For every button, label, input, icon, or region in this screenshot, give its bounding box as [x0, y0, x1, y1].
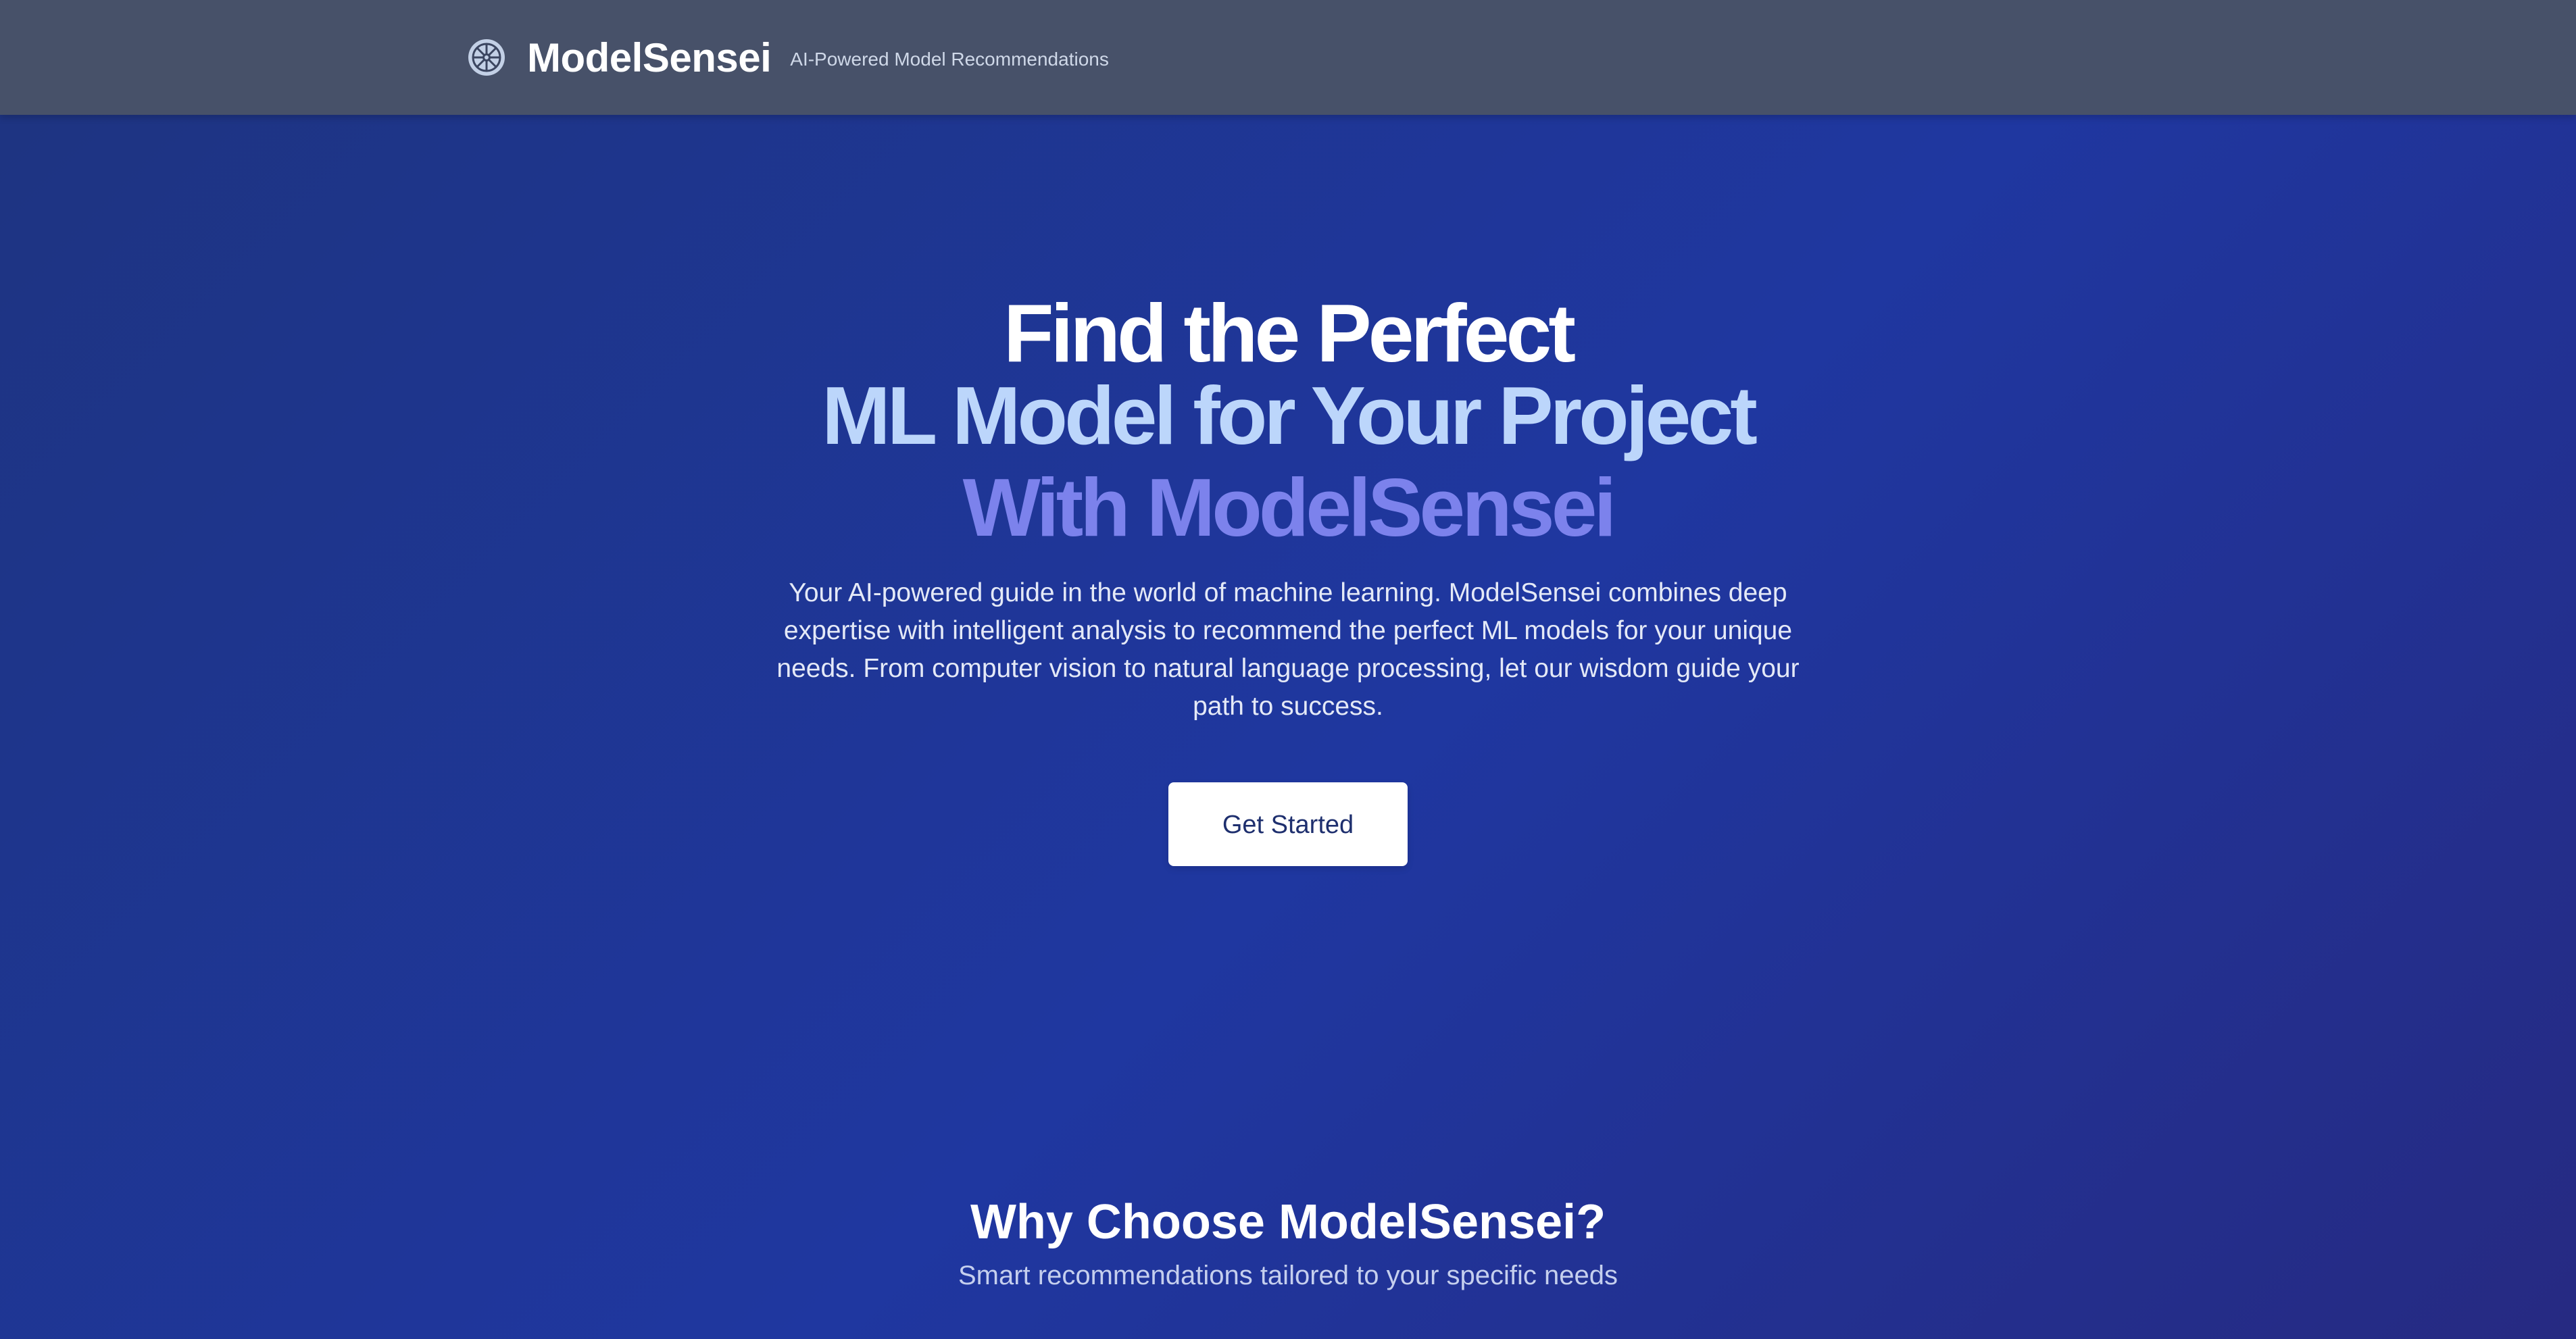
get-started-button[interactable]: Get Started — [1168, 782, 1408, 866]
hero-headline-line-3: With ModelSensei — [962, 461, 1617, 553]
top-navigation-bar: ModelSensei AI-Powered Model Recommendat… — [0, 0, 2576, 115]
dharma-wheel-icon — [468, 39, 505, 76]
hero-headline-line-1: Find the Perfect — [1004, 287, 1576, 379]
hero-description: Your AI-powered guide in the world of ma… — [776, 578, 1800, 721]
hero-section: Find the Perfect ML Model for Your Proje… — [0, 115, 2576, 866]
brand-name: ModelSensei — [527, 34, 772, 80]
hero-headline-line-2: ML Model for Your Project — [822, 370, 1758, 461]
features-title: Why Choose ModelSensei? — [970, 1194, 1606, 1249]
brand-tagline: AI-Powered Model Recommendations — [790, 49, 1109, 70]
brand[interactable]: ModelSensei AI-Powered Model Recommendat… — [466, 0, 1109, 115]
features-subtitle: Smart recommendations tailored to your s… — [958, 1261, 1618, 1290]
